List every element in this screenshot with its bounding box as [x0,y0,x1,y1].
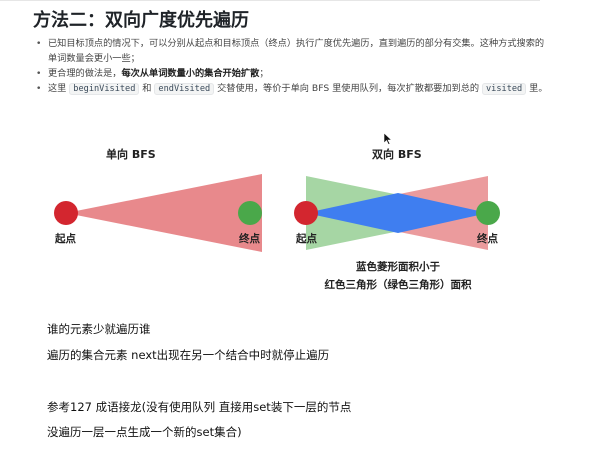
start-node [54,201,78,225]
end-node [476,201,500,225]
note-line: 遍历的集合元素 next出现在另一个结合中时就停止遍历 [47,348,330,362]
right-diagram-title: 双向 BFS [372,147,422,161]
note-line: 没遍历一层一点生成一个新的set集合) [47,425,242,439]
end-label: 终点 [239,232,260,245]
caption-line-2: 红色三角形（绿色三角形）面积 [325,278,472,291]
caption-line-1: 蓝色菱形面积小于 [356,260,440,273]
end-node [238,201,262,225]
red-triangle [66,174,262,252]
note-line: 参考127 成语接龙(没有使用队列 直接用set装下一层的节点 [47,400,352,414]
start-label: 起点 [54,232,76,245]
left-diagram-title: 单向 BFS [106,147,156,161]
start-label: 起点 [295,232,317,245]
bfs-diagram: 单向 BFS 起点 终点 双向 BFS 起点 终点 蓝色菱形面积小于 红色三角形… [54,147,500,291]
end-label: 终点 [477,232,498,245]
start-node [294,201,318,225]
note-line: 谁的元素少就遍历谁 [47,322,151,336]
